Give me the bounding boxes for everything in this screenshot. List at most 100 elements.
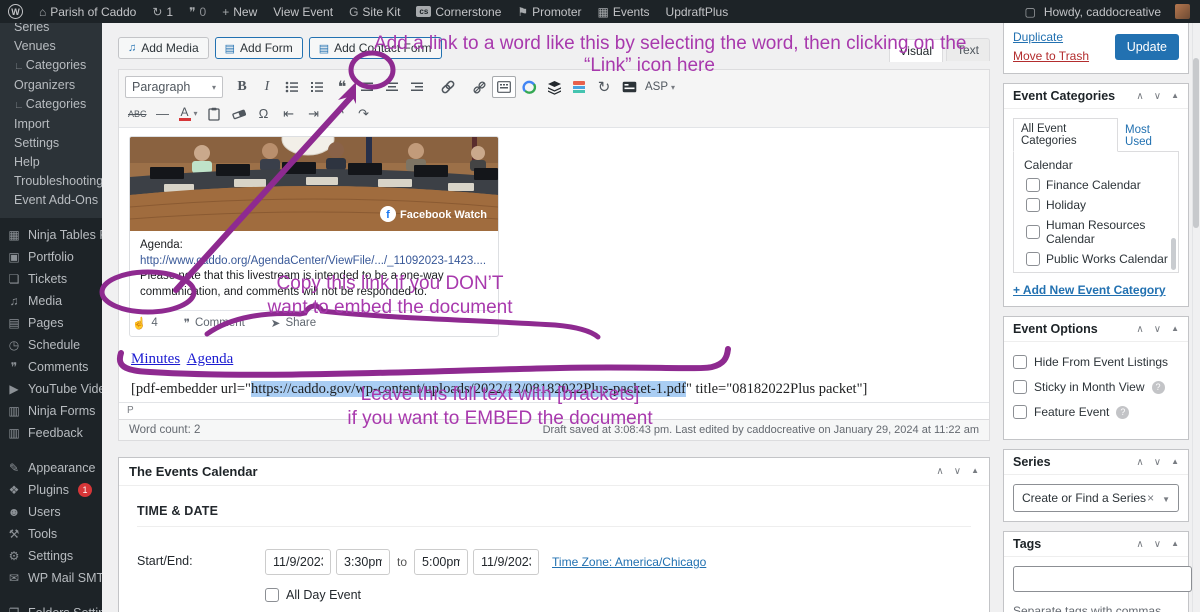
special-character-button[interactable]: Ω [252,103,276,125]
move-up-icon[interactable]: ∧ [1136,91,1143,102]
sidebar-item-appearance[interactable]: ✎Appearance [0,457,102,479]
facebook-agenda-link[interactable]: http://www.caddo.org/AgendaCenter/ViewFi… [140,255,486,267]
sidebar-item-feedback[interactable]: ▥Feedback [0,422,102,444]
move-down-icon[interactable]: ∨ [1154,539,1161,550]
add-new-category-link[interactable]: + Add New Event Category [1013,283,1166,297]
sidebar-item-schedule[interactable]: ◷Schedule [0,334,102,356]
add-form-button[interactable]: ▤ Add Form [215,37,303,59]
howdy-menu[interactable]: Howdy, caddocreative [1036,0,1169,23]
tags-input[interactable] [1013,566,1192,592]
move-down-icon[interactable]: ∨ [1154,457,1161,468]
comment-action[interactable]: ❞Comment [184,316,245,330]
toggle-icon[interactable]: ▲ [971,466,979,477]
bulleted-list-button[interactable] [280,76,304,98]
sidebar-item-comments[interactable]: ❞Comments [0,356,102,378]
adminbar-promoter[interactable]: ⚑Promoter [509,0,589,23]
start-date-input[interactable] [265,549,331,575]
sidebar-item-tickets[interactable]: ❏Tickets [0,268,102,290]
numbered-list-button[interactable] [305,76,329,98]
tab-all-categories[interactable]: All Event Categories [1013,118,1118,152]
sidebar-item-folders-settings[interactable]: ❐Folders Settings [0,602,102,612]
toggle-icon[interactable]: ▲ [1171,457,1179,468]
asp-dropdown[interactable]: ASP▾ [642,76,678,98]
layers-icon[interactable] [542,76,566,98]
like-count[interactable]: ☝4 [132,316,158,330]
toggle-icon[interactable]: ▲ [1171,539,1179,550]
smash-balloon-icon[interactable] [517,76,541,98]
sidebar-item-categories[interactable]: ∟Categories [0,95,102,115]
adminbar-comments[interactable]: ❞0 [181,0,214,23]
link-button[interactable] [436,76,460,98]
align-center-button[interactable] [380,76,404,98]
sidebar-item-import[interactable]: Import [0,115,102,134]
pdf-embedder-shortcode[interactable]: [pdf-embedder url="https://caddo.gov/wp-… [131,381,979,398]
sidebar-item-ninja-forms[interactable]: ▥Ninja Forms [0,400,102,422]
sidebar-item-portfolio[interactable]: ▣Portfolio [0,246,102,268]
clear-formatting-button[interactable] [227,103,251,125]
strikethrough-button[interactable]: ABC [125,103,150,125]
sidebar-item-plugins[interactable]: ❖Plugins1 [0,479,102,501]
editor-path[interactable]: P [119,402,989,419]
adminbar-view-event[interactable]: View Event [265,0,341,23]
sidebar-item-event-add-ons[interactable]: Event Add-Ons [0,191,102,210]
adminbar-updates[interactable]: ↻1 [144,0,181,23]
move-down-icon[interactable]: ∨ [1154,324,1161,335]
sidebar-item-wp-mail-smtp[interactable]: ✉WP Mail SMTP [0,567,102,589]
sidebar-item-settings[interactable]: ⚙Settings [0,545,102,567]
all-day-checkbox[interactable] [265,588,279,602]
move-up-icon[interactable]: ∧ [1136,457,1143,468]
refresh-icon[interactable]: ↻ [592,76,616,98]
align-right-button[interactable] [405,76,429,98]
move-up-icon[interactable]: ∧ [1136,539,1143,550]
adminbar-site-name[interactable]: ⌂Parish of Caddo [31,0,144,23]
sidebar-item-troubleshooting[interactable]: Troubleshooting [0,172,102,191]
unlink-button[interactable] [467,76,491,98]
sidebar-item-venues[interactable]: Venues [0,37,102,56]
sidebar-item-users[interactable]: ☻Users [0,501,102,523]
facebook-video-thumbnail[interactable]: f Facebook Watch [130,137,498,231]
adminbar-wp-logo[interactable]: W [0,0,31,23]
outdent-button[interactable]: ⇤ [277,103,301,125]
sidebar-item-help[interactable]: Help [0,153,102,172]
update-button[interactable]: Update [1115,34,1179,60]
redo-button[interactable]: ↷ [352,103,376,125]
help-icon[interactable]: ? [1152,381,1165,394]
undo-button[interactable]: ↶ [327,103,351,125]
category-checkbox[interactable] [1026,178,1040,192]
adminbar-site-kit[interactable]: GSite Kit [341,0,408,23]
sidebar-item-youtube-videos[interactable]: ▶YouTube Videos [0,378,102,400]
category-checkbox[interactable]: ✓ [1026,272,1040,273]
category-checkbox[interactable] [1026,198,1040,212]
help-icon[interactable]: ? [1116,406,1129,419]
move-down-icon[interactable]: ∨ [1154,91,1161,102]
move-up-icon[interactable]: ∧ [1136,324,1143,335]
category-list[interactable]: Calendar Finance CalendarHolidayHuman Re… [1013,151,1179,273]
sidebar-item-ninja-tables-pro[interactable]: ▦Ninja Tables Pro [0,224,102,246]
end-time-input[interactable] [414,549,468,575]
move-up-icon[interactable]: ∧ [936,466,943,477]
tab-most-used[interactable]: Most Used [1118,120,1179,152]
form-block-icon[interactable] [617,76,641,98]
blockquote-button[interactable]: ❝ [330,76,354,98]
share-action[interactable]: ➤Share [271,316,316,330]
adminbar-events[interactable]: ▦Events [590,0,658,23]
move-to-trash-link[interactable]: Move to Trash [1013,49,1115,63]
sidebar-item-series[interactable]: Series [0,23,102,37]
sidebar-item-pages[interactable]: ▤Pages [0,312,102,334]
text-color-button[interactable]: A▾ [176,103,201,125]
end-date-input[interactable] [473,549,539,575]
toggle-icon[interactable]: ▲ [1171,91,1179,102]
window-scrollbar[interactable] [1192,23,1200,612]
tab-visual[interactable]: Visual [889,39,943,62]
tab-text[interactable]: Text [946,38,990,61]
list-scrollbar[interactable] [1171,238,1176,270]
tabs-plugin-icon[interactable] [567,76,591,98]
bold-button[interactable]: B [230,76,254,98]
sidebar-item-media[interactable]: ♫Media [0,290,102,312]
sidebar-item-categories[interactable]: ∟Categories [0,56,102,76]
horizontal-rule-button[interactable]: — [151,103,175,125]
paste-as-text-button[interactable] [202,103,226,125]
align-left-button[interactable] [355,76,379,98]
avatar[interactable] [1175,4,1190,19]
series-select[interactable]: Create or Find a Series ×▼ [1013,484,1179,512]
